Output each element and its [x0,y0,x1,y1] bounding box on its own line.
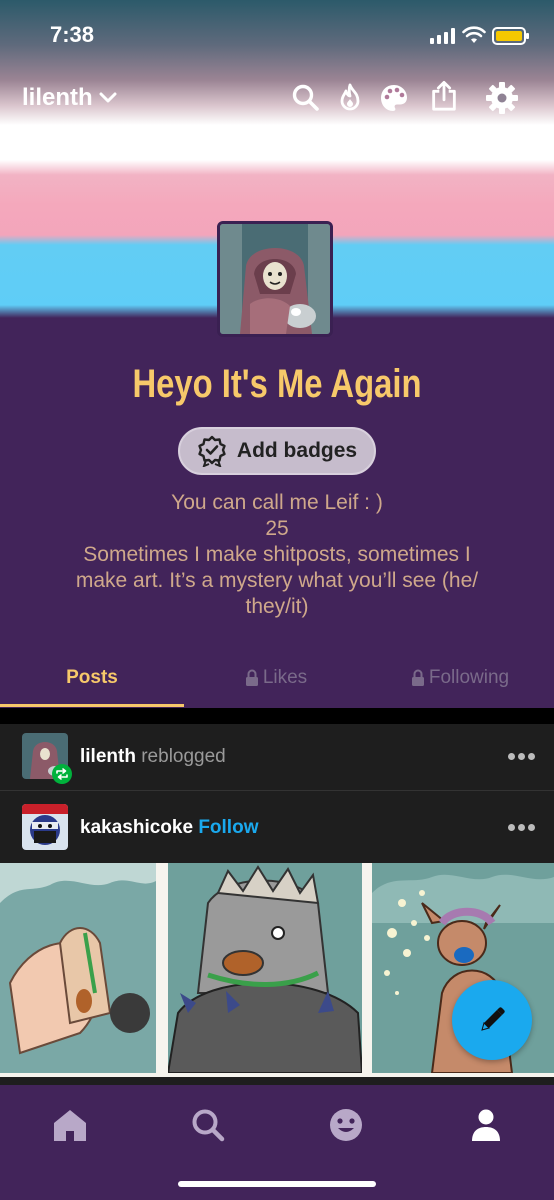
wifi-icon [462,26,486,43]
tab-posts[interactable]: Posts [0,658,184,706]
tab-likes-label: Likes [262,667,308,688]
blog-name: lilenth [22,84,93,111]
flame-icon[interactable] [334,82,366,114]
account-icon[interactable] [466,1105,506,1145]
avatar[interactable] [217,221,333,337]
reblog-attribution: lilenth reblogged [80,746,226,768]
comic-panel-2 [168,863,362,1073]
status-time: 7:38 [50,22,95,47]
search-icon[interactable] [290,82,322,114]
bio-line: Sometimes I make shitposts, sometimes I [83,543,471,566]
lock-icon [411,669,424,686]
author-name[interactable]: kakashicoke [80,817,193,838]
profile-tabs: Posts Likes Following [0,658,554,708]
active-tab-indicator [0,704,184,707]
lock-icon [245,669,258,686]
home-icon[interactable] [50,1105,90,1145]
search-nav-icon[interactable] [188,1105,228,1145]
tab-posts-label: Posts [66,667,118,688]
tab-likes[interactable]: Likes [184,658,368,706]
palette-icon[interactable] [378,82,410,114]
bio-line: 25 [265,517,289,540]
bottom-navigation [0,1085,554,1200]
chevron-down-icon [99,92,117,103]
follow-button[interactable]: Follow [198,817,258,838]
feed-divider [0,708,554,724]
add-badges-label: Add badges [236,439,358,462]
signal-icon [430,28,456,44]
more-icon[interactable] [508,824,536,832]
add-badges-button[interactable]: Add badges [178,427,376,475]
share-icon[interactable] [428,80,460,112]
post-footer [0,1077,554,1085]
author-avatar[interactable] [22,804,68,850]
tab-following-label: Following [428,667,510,688]
compose-button[interactable] [452,980,532,1060]
pencil-icon [481,1007,505,1031]
reblog-header: lilenth reblogged [0,724,554,791]
bio-line: they/it) [245,595,309,618]
blog-title: Heyo It's Me Again [132,362,422,406]
post-author-header: kakashicoke Follow [0,791,554,863]
blog-description: You can call me Leif : ) 25 Sometimes I … [40,490,514,620]
battery-icon [492,27,529,45]
home-indicator [178,1181,376,1187]
gear-icon[interactable] [484,80,520,116]
bio-line: make art. It’s a mystery what you’ll see… [75,569,479,592]
post-author-line: kakashicoke Follow [80,817,258,839]
tab-following[interactable]: Following [368,658,552,706]
blog-switcher[interactable]: lilenth [22,84,117,112]
reblogger-name[interactable]: lilenth [80,746,136,767]
comic-panel-1 [0,863,156,1073]
bio-line: You can call me Leif : ) [171,491,383,514]
more-icon[interactable] [508,753,536,761]
reblog-icon [52,764,72,784]
badge-icon [198,435,226,467]
emoji-icon[interactable] [326,1105,366,1145]
reblog-label: reblogged [141,746,226,767]
